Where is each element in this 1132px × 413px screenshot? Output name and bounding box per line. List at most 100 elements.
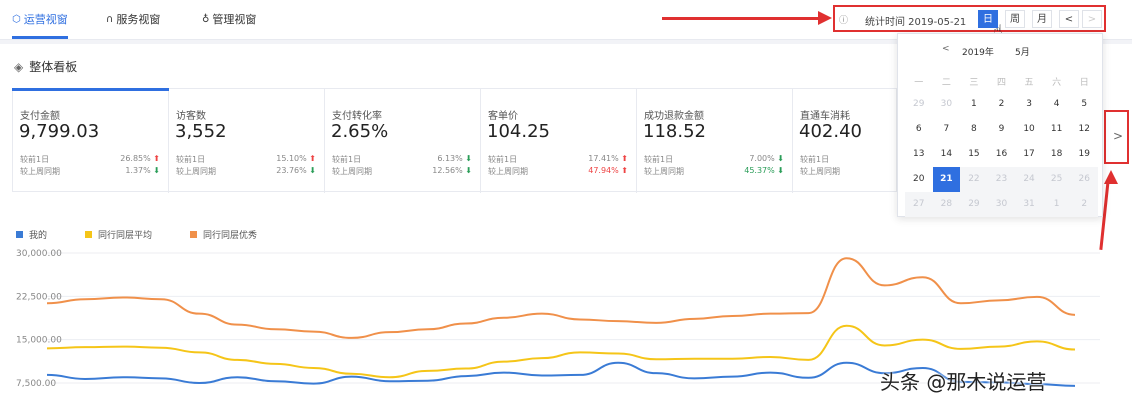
layers-icon: ◈ — [14, 59, 24, 74]
tab-management-label: 管理视窗 — [212, 13, 257, 26]
arrow-down-icon: ⬇ — [777, 154, 784, 163]
calendar-day[interactable]: 1 — [960, 92, 988, 117]
section-header: ◈ 整体看板 — [14, 58, 77, 75]
tab-operations[interactable]: ⬡ 运营视窗 — [12, 11, 68, 27]
calendar-day[interactable]: 17 — [1015, 142, 1043, 167]
calendar-day[interactable]: 12 — [1070, 117, 1098, 142]
next-period-button[interactable]: > — [1082, 10, 1102, 28]
calendar-day[interactable]: 10 — [1015, 117, 1043, 142]
kpi-card[interactable]: 客单价 104.25 较前1日 较上周同期 17.41% ⬆ 47.94% ⬆ — [481, 89, 637, 193]
calendar-day[interactable]: 13 — [905, 142, 933, 167]
next-cards-button[interactable]: > — [1104, 110, 1129, 164]
kpi-change-value: 1.37% — [125, 166, 151, 175]
kpi-change: 6.13% ⬇ — [437, 154, 472, 163]
kpi-compare-label: 较上周同期 — [332, 167, 372, 176]
calendar-weekday: 日 — [1079, 78, 1089, 88]
tab-service-label: 服务视窗 — [116, 13, 161, 26]
legend-swatch — [16, 231, 23, 238]
section-title: 整体看板 — [29, 60, 78, 74]
arrow-up-icon: ⬆ — [153, 154, 160, 163]
bulb-icon: ♁ — [202, 13, 210, 25]
kpi-compare-label: 较上周同期 — [20, 167, 60, 176]
calendar-day: 30 — [987, 192, 1016, 217]
calendar-day[interactable]: 2 — [988, 92, 1016, 117]
calendar-day: 26 — [1070, 167, 1098, 192]
week-button[interactable]: 周 — [1005, 10, 1025, 28]
calendar-prev-button[interactable]: < — [942, 44, 950, 54]
chevron-right-icon: > — [1113, 129, 1124, 143]
kpi-compare-label: 较前1日 — [800, 155, 830, 164]
kpi-card[interactable]: 成功退款金额 118.52 较前1日 较上周同期 7.00% ⬇ 45.37% ⬇ — [637, 89, 793, 193]
kpi-change: 45.37% ⬇ — [744, 166, 784, 175]
kpi-change-value: 23.76% — [276, 166, 307, 175]
calendar-weekday: 六 — [1052, 78, 1062, 88]
calendar-day[interactable]: 5 — [1070, 92, 1098, 117]
calendar-day[interactable]: 15 — [960, 142, 988, 167]
tab-management[interactable]: ♁ 管理视窗 — [202, 11, 256, 27]
calendar-day[interactable]: 7 — [933, 117, 961, 142]
dashboard-root: ⬡ 运营视窗 ∩ 服务视窗 ♁ 管理视窗 ⓘ 统计时间 2019-05-21 日… — [0, 0, 1132, 413]
calendar-weekday: 五 — [1024, 78, 1034, 88]
calendar-day[interactable]: 14 — [933, 142, 961, 167]
kpi-card[interactable]: 访客数 3,552 较前1日 较上周同期 15.10% ⬆ 23.76% ⬇ — [169, 89, 325, 193]
kpi-value: 3,552 — [175, 121, 227, 142]
arrow-down-icon: ⬇ — [153, 166, 160, 175]
kpi-card[interactable]: 支付转化率 2.65% 较前1日 较上周同期 6.13% ⬇ 12.56% ⬇ — [325, 89, 481, 193]
arrow-up-icon: ⬆ — [309, 154, 316, 163]
calendar-day: 24 — [1015, 167, 1043, 192]
kpi-label: 成功退款金额 — [644, 111, 704, 122]
calendar-day[interactable]: 9 — [988, 117, 1016, 142]
calendar-day[interactable]: 19 — [1070, 142, 1098, 167]
kpi-label: 直通车消耗 — [800, 111, 850, 122]
series-line-2 — [46, 257, 1076, 339]
kpi-compare-label: 较前1日 — [488, 155, 518, 164]
calendar-day[interactable]: 6 — [905, 117, 933, 142]
y-tick-label: 22,500.00 — [16, 292, 62, 302]
watermark-text: 头条 @那木说运营 — [880, 370, 1047, 394]
kpi-value: 2.65% — [331, 121, 389, 142]
kpi-card[interactable]: 支付金额 9,799.03 较前1日 较上周同期 26.85% ⬆ 1.37% ⬇ — [13, 89, 169, 193]
calendar-year[interactable]: 2019年 — [962, 45, 994, 58]
kpi-compare-label: 较前1日 — [176, 155, 206, 164]
arrow-up-icon: ⬆ — [621, 166, 628, 175]
calendar-day[interactable]: 18 — [1043, 142, 1071, 167]
calendar-day[interactable]: 3 — [1015, 92, 1043, 117]
kpi-compare-label: 较前1日 — [644, 155, 674, 164]
calendar-month[interactable]: 5月 — [1015, 45, 1030, 58]
calendar-weekday: 三 — [969, 78, 979, 88]
arrow-down-icon: ⬇ — [465, 166, 472, 175]
annotation-arrow-line — [662, 17, 822, 20]
calendar-day[interactable]: 4 — [1043, 92, 1071, 117]
calendar-day: 27 — [905, 192, 933, 217]
calendar-day[interactable]: 20 — [905, 167, 933, 192]
kpi-value: 402.40 — [799, 121, 862, 142]
arrow-up-icon: ⬆ — [621, 154, 628, 163]
kpi-change-value: 45.37% — [744, 166, 775, 175]
kpi-change-value: 26.85% — [120, 154, 151, 163]
kpi-change: 15.10% ⬆ — [276, 154, 316, 163]
calendar-day[interactable]: 16 — [988, 142, 1016, 167]
calendar-day[interactable]: 11 — [1043, 117, 1071, 142]
calendar-day: 29 — [960, 192, 988, 217]
arrow-down-icon: ⬇ — [777, 166, 784, 175]
calendar-header: < 2019年 5月 — [898, 44, 1104, 58]
calendar-day-selected[interactable]: 21 — [932, 167, 961, 192]
kpi-change: 47.94% ⬆ — [588, 166, 628, 175]
kpi-change-value: 47.94% — [588, 166, 619, 175]
calendar-day[interactable]: 8 — [960, 117, 988, 142]
calendar-day[interactable]: 30 — [933, 92, 961, 117]
kpi-change: 7.00% ⬇ — [749, 154, 784, 163]
prev-period-button[interactable]: < — [1059, 10, 1079, 28]
active-tab-underline — [12, 36, 68, 39]
calendar-weekday: 一 — [914, 78, 924, 88]
calendar-weekdays: 一二三四五六日 — [905, 75, 1098, 88]
tab-service[interactable]: ∩ 服务视窗 — [106, 11, 160, 27]
y-tick-label: 7,500.00 — [16, 379, 56, 389]
calendar-day[interactable]: 29 — [905, 92, 933, 117]
kpi-label: 访客数 — [176, 111, 206, 122]
kpi-change: 1.37% ⬇ — [125, 166, 160, 175]
calendar-day: 23 — [987, 167, 1016, 192]
month-button[interactable]: 月 — [1032, 10, 1052, 28]
arrow-down-icon: ⬇ — [309, 166, 316, 175]
calendar-day: 25 — [1042, 167, 1071, 192]
